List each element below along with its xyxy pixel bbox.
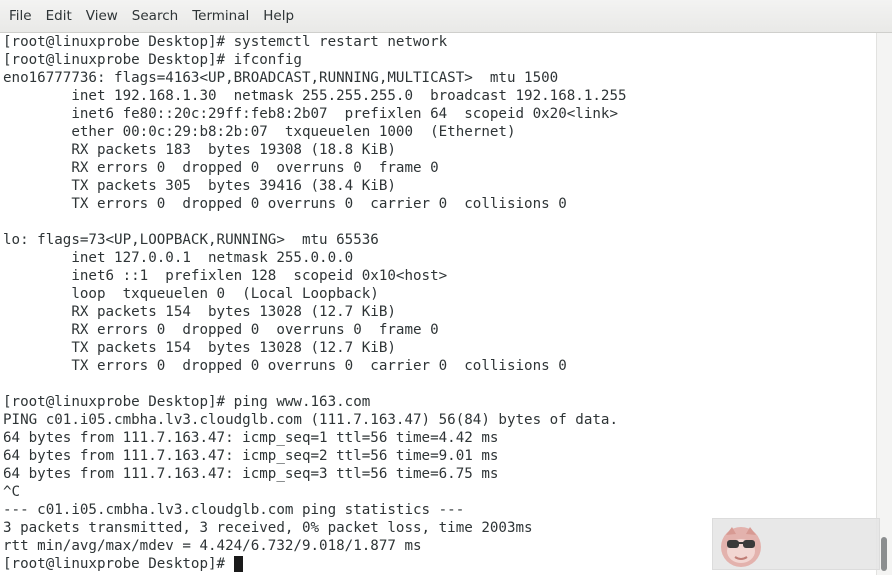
terminal-line: 64 bytes from 111.7.163.47: icmp_seq=3 t… — [3, 466, 499, 482]
terminal-line: inet 127.0.0.1 netmask 255.0.0.0 — [3, 250, 354, 266]
terminal-output[interactable]: [root@linuxprobe Desktop]# systemctl res… — [0, 33, 876, 575]
terminal-line: rtt min/avg/max/mdev = 4.424/6.732/9.018… — [3, 538, 422, 554]
terminal-line: lo: flags=73<UP,LOOPBACK,RUNNING> mtu 65… — [3, 232, 379, 248]
terminal-line: [root@linuxprobe Desktop]# ifconfig — [3, 52, 302, 68]
terminal-prompt: [root@linuxprobe Desktop]# — [3, 556, 234, 572]
terminal-line: inet6 fe80::20c:29ff:feb8:2b07 prefixlen… — [3, 106, 618, 122]
terminal-line: RX errors 0 dropped 0 overruns 0 frame 0 — [3, 322, 439, 338]
terminal-prompt-line[interactable]: [root@linuxprobe Desktop]# — [3, 555, 243, 573]
menu-file[interactable]: File — [2, 3, 39, 29]
scrollbar-thumb[interactable] — [881, 537, 887, 571]
terminal-line: ^C — [3, 484, 21, 500]
terminal-line: loop txqueuelen 0 (Local Loopback) — [3, 286, 379, 302]
terminal-line: TX errors 0 dropped 0 overruns 0 carrier… — [3, 196, 567, 212]
menu-terminal[interactable]: Terminal — [185, 3, 256, 29]
menu-search[interactable]: Search — [125, 3, 185, 29]
mascot-face-icon — [721, 527, 761, 567]
terminal-line: 64 bytes from 111.7.163.47: icmp_seq=1 t… — [3, 430, 499, 446]
menu-help[interactable]: Help — [256, 3, 301, 29]
menu-bar: File Edit View Search Terminal Help — [0, 0, 892, 33]
terminal-line: [root@linuxprobe Desktop]# ping www.163.… — [3, 394, 371, 410]
terminal-line: 3 packets transmitted, 3 received, 0% pa… — [3, 520, 533, 536]
terminal-line: TX errors 0 dropped 0 overruns 0 carrier… — [3, 358, 567, 374]
watermark-logo — [712, 518, 880, 570]
menu-edit[interactable]: Edit — [39, 3, 79, 29]
text-cursor — [233, 556, 243, 572]
terminal-window: File Edit View Search Terminal Help [roo… — [0, 0, 892, 575]
terminal-line: PING c01.i05.cmbha.lv3.cloudglb.com (111… — [3, 412, 618, 428]
terminal-line: inet 192.168.1.30 netmask 255.255.255.0 … — [3, 88, 627, 104]
terminal-line: ether 00:0c:29:b8:2b:07 txqueuelen 1000 … — [3, 124, 516, 140]
terminal-line: TX packets 305 bytes 39416 (38.4 KiB) — [3, 178, 396, 194]
terminal-line: 64 bytes from 111.7.163.47: icmp_seq=2 t… — [3, 448, 499, 464]
terminal-line: RX packets 154 bytes 13028 (12.7 KiB) — [3, 304, 396, 320]
terminal-line: RX packets 183 bytes 19308 (18.8 KiB) — [3, 142, 396, 158]
menu-view[interactable]: View — [79, 3, 125, 29]
terminal-line: --- c01.i05.cmbha.lv3.cloudglb.com ping … — [3, 502, 465, 518]
terminal-line: TX packets 154 bytes 13028 (12.7 KiB) — [3, 340, 396, 356]
terminal-line: RX errors 0 dropped 0 overruns 0 frame 0 — [3, 160, 439, 176]
terminal-line: inet6 ::1 prefixlen 128 scopeid 0x10<hos… — [3, 268, 448, 284]
terminal-line: [root@linuxprobe Desktop]# systemctl res… — [3, 34, 448, 50]
terminal-line: eno16777736: flags=4163<UP,BROADCAST,RUN… — [3, 70, 559, 86]
vertical-scrollbar[interactable] — [876, 33, 892, 575]
